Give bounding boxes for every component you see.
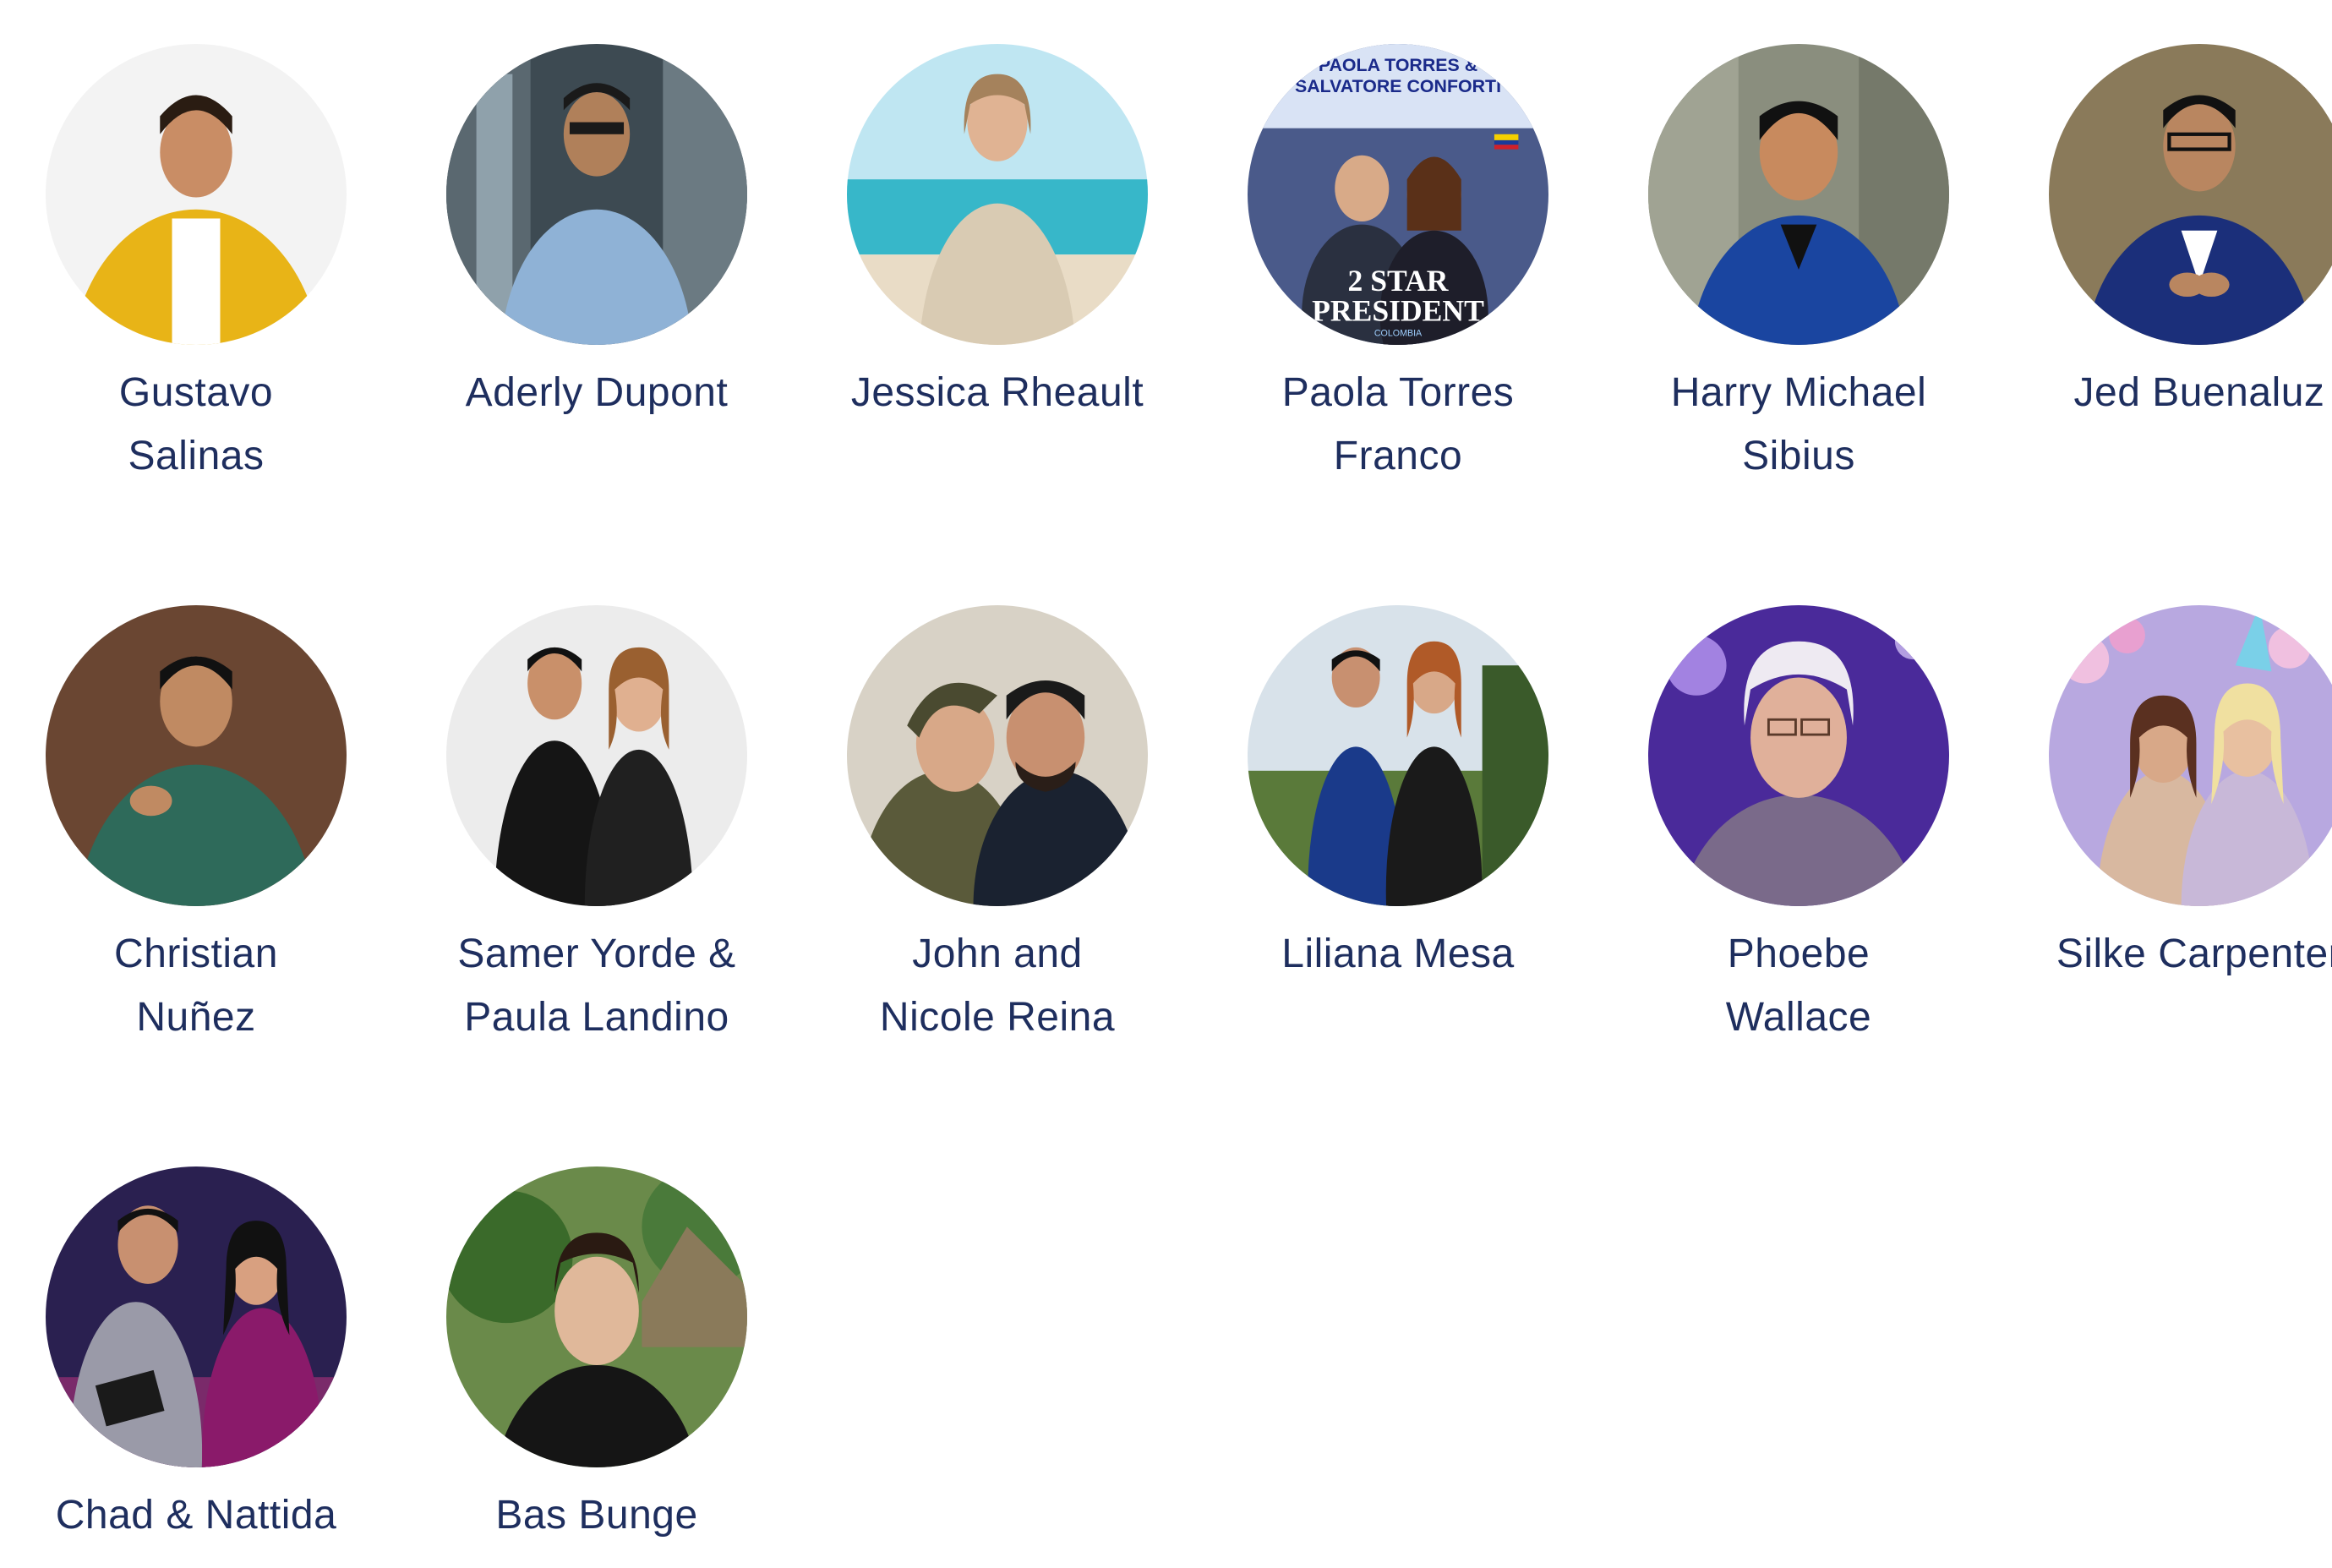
avatar[interactable]: PAOLA TORRES & SALVATORE CONFORTI 2 STAR… — [1248, 44, 1548, 345]
speaker-name-line-1: Paola Torres — [1281, 370, 1515, 415]
speaker-name-line-1: Silke Carpenter — [2056, 932, 2332, 976]
speaker-name: Phoebe Wallace — [1621, 922, 1976, 1049]
avatar[interactable] — [2049, 605, 2332, 906]
avatar[interactable] — [46, 605, 347, 906]
speaker-name-line-1: Liliana Mesa — [1281, 932, 1515, 976]
speaker-name-line-2: Sibius — [1742, 434, 1855, 478]
speaker-name-line-1: Chad & Nattida — [55, 1493, 337, 1538]
speaker-name: Jed Buenaluz — [2022, 361, 2332, 424]
avatar[interactable] — [46, 44, 347, 345]
speaker-name-line-1: Bas Bunge — [495, 1493, 698, 1538]
speaker-name-line-2: Salinas — [128, 434, 265, 478]
speaker-name: Harry Michael Sibius — [1621, 361, 1976, 488]
speaker-name-line-2: Wallace — [1725, 995, 1872, 1040]
speaker-name: Jessica Rheault — [820, 361, 1175, 424]
speaker-name: Aderly Dupont — [419, 361, 774, 424]
speaker-name: Samer Yorde & Paula Landino — [419, 922, 774, 1049]
speaker-name: Paola Torres Franco — [1221, 361, 1576, 488]
speaker-name: Bas Bunge — [419, 1483, 774, 1547]
speaker-name-line-2: Paula Landino — [464, 995, 729, 1040]
speaker-name: Christian Nuñez — [19, 922, 374, 1049]
speaker-name-line-1: Aderly Dupont — [465, 370, 729, 415]
speaker-name-line-1: Jessica Rheault — [850, 370, 1144, 415]
avatar[interactable] — [446, 605, 747, 906]
speaker-name-line-1: Christian — [114, 932, 278, 976]
avatar[interactable] — [847, 605, 1148, 906]
speaker-name-line-1: Harry Michael — [1670, 370, 1927, 415]
avatar[interactable] — [446, 1166, 747, 1467]
speaker-name-line-1: Gustavo — [118, 370, 274, 415]
banner-line-2: SALVATORE CONFORTI — [1295, 76, 1501, 96]
avatar[interactable] — [446, 44, 747, 345]
banner-line-1: PAOLA TORRES & — [1319, 55, 1477, 75]
avatar[interactable] — [847, 44, 1148, 345]
speaker-name-line-2: Nuñez — [136, 995, 256, 1040]
speaker-name: John and Nicole Reina — [820, 922, 1175, 1049]
speaker-name-line-2: Nicole Reina — [879, 995, 1116, 1040]
speaker-name-line-1: Samer Yorde & — [457, 932, 736, 976]
speaker-name: Liliana Mesa — [1221, 922, 1576, 986]
speaker-name-line-1: Phoebe — [1727, 932, 1871, 976]
avatar[interactable] — [46, 1166, 347, 1467]
avatar[interactable] — [2049, 44, 2332, 345]
speaker-name: Gustavo Salinas — [19, 361, 374, 488]
country-label: COLOMBIA — [1374, 328, 1423, 338]
avatar[interactable] — [1648, 605, 1949, 906]
speaker-name-line-1: Jed Buenaluz — [2073, 370, 2325, 415]
avatar[interactable] — [1248, 605, 1548, 906]
speaker-name-line-2: Franco — [1333, 434, 1463, 478]
rank-line-1: 2 STAR — [1348, 264, 1449, 298]
speaker-name: Chad & Nattida — [19, 1483, 374, 1547]
avatar[interactable] — [1648, 44, 1949, 345]
rank-line-2: PRESIDENT — [1312, 294, 1484, 328]
speaker-name-line-1: John and — [912, 932, 1083, 976]
speaker-grid: Gustavo Salinas Aderly Dupont Jessica Rh… — [0, 0, 2332, 1568]
speaker-name: Silke Carpenter — [2022, 922, 2332, 986]
